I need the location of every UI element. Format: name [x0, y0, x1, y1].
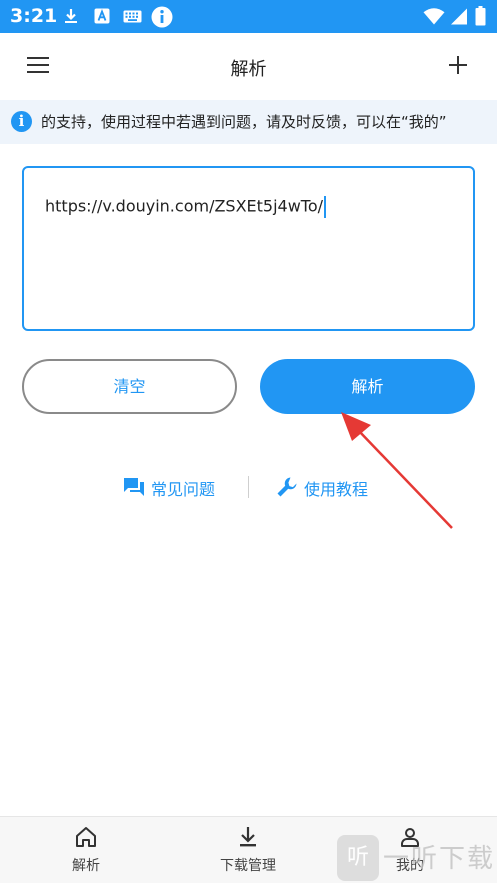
- nav-label-parse: 解析: [72, 858, 100, 874]
- signal-icon: [451, 8, 467, 25]
- status-bar: 3:21: [0, 0, 497, 33]
- status-time: 3:21: [10, 5, 58, 27]
- wifi-icon: [423, 8, 445, 25]
- notice-text: 的支持，使用过程中若遇到问题，请及时反馈，可以在“我的”: [41, 113, 447, 131]
- notice-bar: i 的支持，使用过程中若遇到问题，请及时反馈，可以在“我的”: [0, 100, 497, 144]
- text-caret: [324, 196, 327, 218]
- page-title: 解析: [230, 59, 267, 80]
- tutorial-label: 使用教程: [304, 480, 369, 499]
- nav-item-downloads[interactable]: 下载管理: [188, 817, 308, 883]
- watermark-text: 一听下载: [383, 844, 496, 874]
- tutorial-link[interactable]: 使用教程: [276, 474, 376, 502]
- keyboard-icon: [123, 10, 142, 23]
- info-icon: i: [11, 111, 32, 132]
- watermark-badge: 听: [337, 835, 379, 881]
- help-links: 常见问题 使用教程: [0, 474, 497, 502]
- info-icon: [151, 6, 173, 28]
- battery-icon: [475, 6, 486, 26]
- plus-icon[interactable]: [448, 55, 468, 75]
- faq-label: 常见问题: [151, 480, 216, 499]
- chat-icon: [124, 478, 144, 496]
- a-app-icon: [94, 8, 110, 24]
- annotation-arrow: [341, 412, 453, 529]
- watermark: 听 一听下载: [337, 832, 497, 883]
- download-icon: [65, 9, 77, 23]
- url-input-value: https://v.douyin.com/ZSXEt5j4wTo/: [45, 196, 327, 218]
- download-icon: [240, 827, 256, 847]
- url-text: https://v.douyin.com/ZSXEt5j4wTo/: [45, 196, 324, 216]
- wrench-icon: [277, 477, 297, 497]
- nav-item-parse[interactable]: 解析: [26, 817, 146, 883]
- url-input[interactable]: https://v.douyin.com/ZSXEt5j4wTo/: [22, 166, 475, 331]
- clear-button[interactable]: 清空: [22, 359, 237, 414]
- app-bar: 解析: [0, 33, 497, 100]
- home-icon: [76, 827, 96, 847]
- faq-link[interactable]: 常见问题: [123, 474, 223, 502]
- nav-label-downloads: 下载管理: [220, 858, 276, 874]
- links-divider: [248, 476, 249, 498]
